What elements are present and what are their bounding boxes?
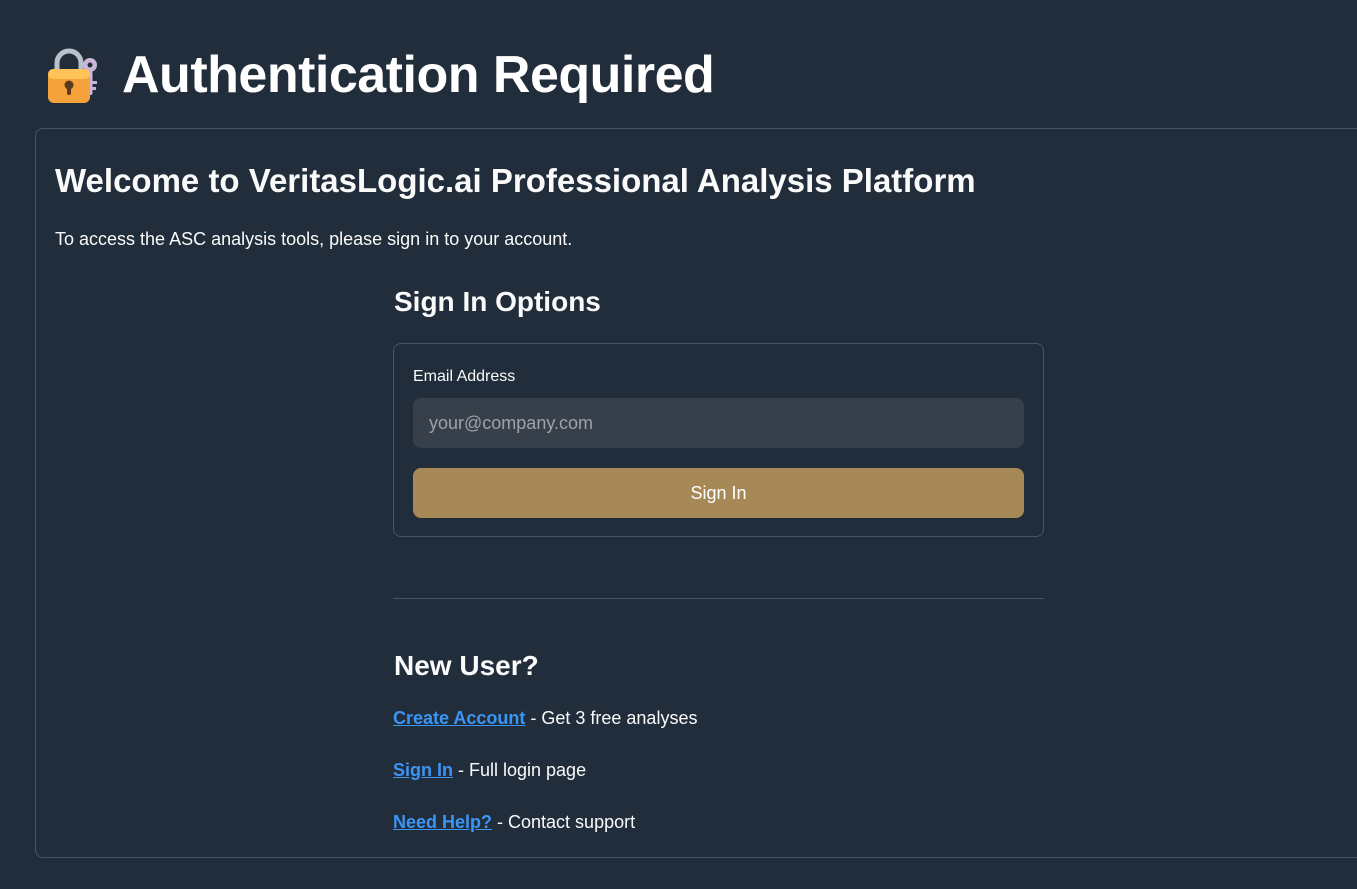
sign-in-button[interactable]: Sign In: [413, 468, 1024, 518]
create-account-link[interactable]: Create Account: [393, 708, 525, 728]
email-input[interactable]: [413, 398, 1024, 448]
divider: [393, 598, 1044, 599]
lock-with-key-icon: [46, 45, 102, 105]
create-account-description: - Get 3 free analyses: [525, 708, 698, 728]
create-account-row: Create Account - Get 3 free analyses: [393, 708, 697, 729]
need-help-link[interactable]: Need Help?: [393, 812, 492, 832]
full-sign-in-row: Sign In - Full login page: [393, 760, 586, 781]
page-title-text: Authentication Required: [122, 46, 715, 104]
sign-in-options-heading: Sign In Options: [394, 286, 601, 317]
need-help-description: - Contact support: [492, 812, 636, 832]
new-user-heading: New User?: [394, 650, 539, 681]
page-title: Authentication Required: [46, 40, 715, 110]
email-label: Email Address: [413, 368, 516, 385]
welcome-heading: Welcome to VeritasLogic.ai Professional …: [55, 162, 976, 199]
need-help-row: Need Help? - Contact support: [393, 812, 635, 833]
full-sign-in-link[interactable]: Sign In: [393, 760, 453, 780]
full-sign-in-description: - Full login page: [453, 760, 587, 780]
intro-text: To access the ASC analysis tools, please…: [55, 229, 573, 249]
